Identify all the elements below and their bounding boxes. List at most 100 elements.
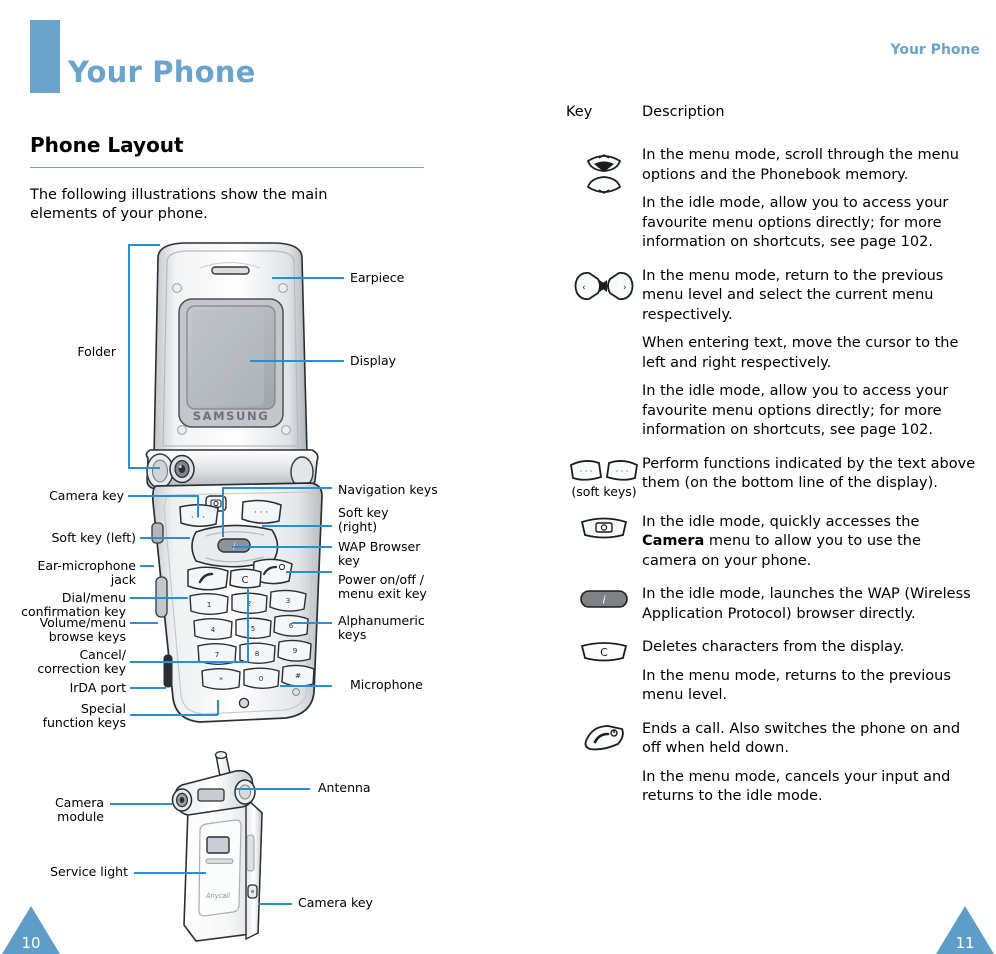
description-cell: In the idle mode, launches the WAP (Wire…	[642, 585, 976, 624]
leader-microphone	[280, 685, 332, 687]
label-irda-port: IrDA port	[69, 680, 126, 695]
soft-keys-caption: (soft keys)	[571, 483, 637, 499]
label-soft-key-left: Soft key (left)	[51, 530, 137, 545]
chapter-accent-bar	[30, 20, 60, 93]
left-right-navigation-key-icon: ‹ ›	[574, 271, 634, 300]
clear-key-icon: C	[580, 642, 628, 662]
leader-cancel-key-v	[247, 589, 249, 662]
manual-page: Your Phone Your Phone Phone Layout The f…	[0, 0, 996, 954]
page-number-left: 10	[2, 906, 60, 954]
key-cell	[566, 146, 642, 253]
leader-volume-keys	[130, 622, 158, 624]
leader-ear-mic-jack	[140, 565, 154, 567]
label-wap-browser-key: WAP Browser key	[338, 539, 421, 568]
label-navigation-keys: Navigation keys	[338, 482, 438, 497]
description-cell: In the idle mode, quickly accesses the C…	[642, 513, 976, 572]
label-power-menu-exit-key: Power on/off / menu exit key	[338, 572, 427, 601]
intro-paragraph: The following illustrations show the mai…	[30, 187, 328, 222]
label-alphanumeric-keys: Alphanumeric keys	[338, 613, 425, 642]
key-cell: ‹ ›	[566, 267, 642, 441]
label-service-light: Service light	[50, 864, 128, 879]
leader-camera-module	[110, 803, 172, 805]
folder-bracket	[128, 244, 130, 468]
description-paragraph: In the menu mode, scroll through the men…	[642, 147, 959, 183]
svg-text:0: 0	[259, 674, 264, 683]
column-header-description: Description	[642, 104, 725, 120]
table-row: In the idle mode, quickly accesses the C…	[566, 513, 976, 572]
phone-front-illustration: SAMSUNG · · · · · · C 1 2 3 4 5 6 7 8 9 …	[126, 240, 336, 730]
description-paragraph: Deletes characters from the display.	[642, 639, 905, 655]
description-cell: Deletes characters from the display. In …	[642, 638, 976, 706]
description-paragraph: Perform functions indicated by the text …	[642, 455, 976, 492]
page-number-value: 11	[955, 934, 975, 952]
svg-text:3: 3	[286, 596, 291, 605]
label-antenna: Antenna	[318, 780, 371, 795]
description-cell: Perform functions indicated by the text …	[642, 455, 976, 499]
description-paragraph: In the idle mode, allow you to access yo…	[642, 383, 949, 438]
leader-display	[250, 360, 344, 362]
leader-soft-key-right	[262, 525, 332, 527]
svg-text:5: 5	[251, 624, 256, 633]
column-header-key: Key	[566, 104, 593, 120]
folder-bracket-top	[128, 244, 160, 246]
svg-text:‹: ‹	[582, 283, 586, 293]
section-heading: Phone Layout	[30, 133, 184, 157]
folder-bracket-bottom	[128, 467, 160, 469]
ear-microphone-jack-detail	[151, 522, 164, 544]
description-paragraph: Ends a call. Also switches the phone on …	[642, 720, 961, 757]
table-row: i In the idle mode, launches the WAP (Wi…	[566, 585, 976, 624]
leader-special-keys-v	[217, 700, 219, 715]
svg-text:8: 8	[255, 649, 260, 658]
end-call-power-key-icon	[584, 724, 624, 750]
svg-text:C: C	[242, 575, 249, 586]
svg-text:1: 1	[207, 600, 212, 609]
running-header: Your Phone	[890, 42, 980, 58]
svg-text:i: i	[602, 594, 605, 607]
page-number-right: 11	[936, 906, 994, 954]
label-volume-menu-browse-keys: Volume/menu browse keys	[39, 615, 126, 644]
label-camera-key: Camera key	[49, 488, 124, 503]
microphone-detail	[238, 697, 250, 709]
table-row: In the menu mode, scroll through the men…	[566, 146, 976, 253]
up-down-navigation-key-icon	[586, 154, 622, 194]
leader-power-key	[286, 571, 332, 573]
irda-port-detail	[163, 654, 173, 688]
key-cell	[566, 720, 642, 807]
description-cell: In the menu mode, scroll through the men…	[642, 146, 976, 253]
leader-dial-key	[130, 597, 188, 599]
description-paragraph: In the idle mode, quickly accesses the C…	[642, 513, 976, 572]
key-cell: i	[566, 585, 642, 624]
description-cell: In the menu mode, return to the previous…	[642, 267, 976, 441]
label-special-function-keys: Special function keys	[42, 701, 126, 730]
leader-alphanumeric-keys	[292, 622, 332, 624]
key-cell: · · · · · · (soft keys)	[566, 455, 642, 499]
leader-soft-key-left	[140, 537, 190, 539]
desc-pre: In the idle mode, quickly accesses the	[642, 513, 920, 530]
section-divider	[30, 167, 424, 168]
page-title: Your Phone	[68, 55, 256, 89]
leader-navigation-keys	[222, 487, 332, 489]
table-row: Ends a call. Also switches the phone on …	[566, 720, 976, 807]
label-cancel-correction-key: Cancel/ correction key	[37, 647, 126, 676]
leader-camera-key-v	[197, 495, 199, 517]
label-camera-module: Camera module	[54, 795, 104, 824]
back-brand-wordmark: Anycall	[205, 892, 230, 900]
leader-wap-key	[232, 546, 332, 548]
label-microphone: Microphone	[350, 677, 423, 692]
description-paragraph: In the menu mode, returns to the previou…	[642, 667, 951, 704]
key-description-table: Key Description In the menu mode, scroll…	[566, 104, 976, 821]
label-display: Display	[350, 353, 397, 368]
label-earpiece: Earpiece	[350, 270, 405, 285]
leader-side-camera-key	[258, 903, 292, 905]
svg-text:4: 4	[211, 625, 216, 634]
description-paragraph: In the menu mode, cancels your input and…	[642, 768, 951, 805]
description-paragraph: When entering text, move the cursor to t…	[642, 335, 959, 371]
svg-text:· · ·: · · ·	[580, 467, 593, 476]
svg-text:· · ·: · · ·	[616, 467, 629, 476]
dial-key-detail	[187, 566, 229, 591]
label-camera-key-side: Camera key	[298, 895, 373, 910]
svg-text:· · ·: · · ·	[254, 508, 268, 518]
description-paragraph: In the idle mode, allow you to access yo…	[642, 195, 949, 250]
leader-earpiece	[272, 277, 344, 279]
leader-camera-key	[128, 495, 198, 497]
